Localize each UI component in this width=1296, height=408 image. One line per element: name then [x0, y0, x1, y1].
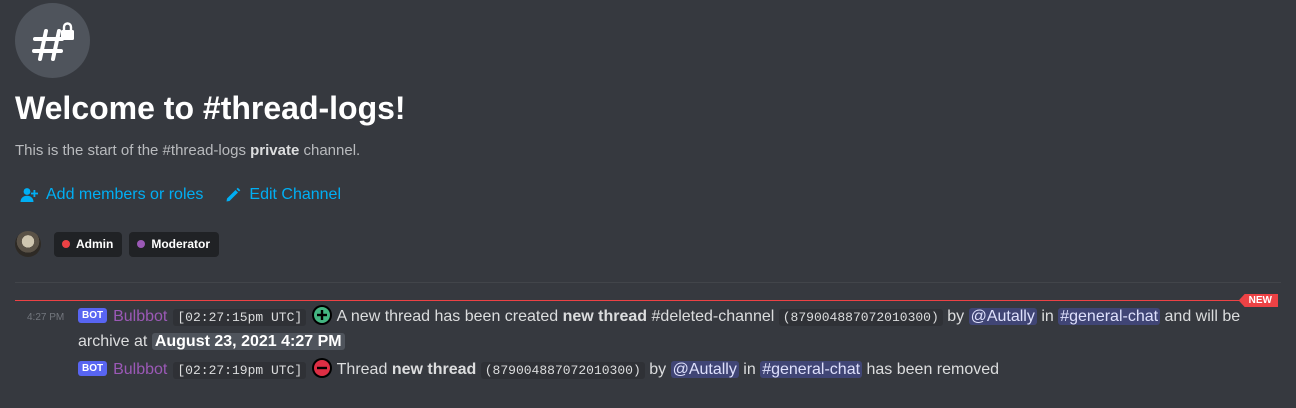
add-members-button[interactable]: Add members or roles: [20, 186, 203, 204]
archive-date[interactable]: August 23, 2021 4:27 PM: [151, 333, 345, 350]
channel-description: This is the start of the #thread-logs pr…: [15, 142, 361, 159]
deleted-channel: #deleted-channel: [651, 308, 775, 325]
edit-channel-label: Edit Channel: [249, 186, 342, 203]
thread-name: new thread: [562, 308, 648, 325]
role-moderator[interactable]: Moderator: [129, 231, 220, 257]
time-code: [02:27:19pm UTC]: [173, 362, 307, 379]
bot-tag: BOT: [78, 308, 108, 323]
add-members-label: Add members or roles: [46, 186, 204, 203]
role-color-dot: [62, 240, 70, 248]
role-color-dot: [137, 240, 146, 248]
thread-id: (879004887072010300): [778, 309, 943, 326]
role-admin[interactable]: Admin: [54, 231, 123, 257]
user-mention[interactable]: @Autally: [670, 361, 739, 378]
bot-tag: BOT: [78, 361, 108, 376]
add-user-icon: [20, 188, 38, 202]
user-mention[interactable]: @Autally: [968, 308, 1037, 325]
plus-icon: [311, 304, 333, 326]
author-name[interactable]: Bulbbot: [113, 308, 167, 325]
channel-actions: Add members or roles Edit Channel: [20, 186, 341, 204]
message-2: BOT Bulbbot [02:27:19pm UTC] Thread new th…: [78, 357, 999, 383]
hash-lock-icon: [32, 22, 74, 61]
author-name[interactable]: Bulbbot: [113, 361, 167, 378]
page-title: Welcome to #thread-logs!: [15, 90, 406, 126]
new-messages-divider: [15, 300, 1258, 301]
message-timestamp[interactable]: 4:27 PM: [27, 312, 64, 323]
channel-icon: [15, 3, 90, 78]
channel-members-row: Admin Moderator: [15, 231, 220, 257]
pencil-icon: [226, 187, 241, 202]
minus-icon: [311, 357, 333, 379]
thread-name: new thread: [391, 361, 477, 378]
channel-mention[interactable]: #general-chat: [760, 361, 863, 378]
avatar[interactable]: [15, 231, 41, 257]
channel-mention[interactable]: #general-chat: [1058, 308, 1161, 325]
edit-channel-button[interactable]: Edit Channel: [225, 186, 341, 204]
thread-id: (879004887072010300): [480, 362, 645, 379]
divider: [15, 282, 1281, 283]
message-1: BOT Bulbbot [02:27:15pm UTC] A new thread …: [78, 304, 1258, 354]
time-code: [02:27:15pm UTC]: [173, 309, 307, 326]
